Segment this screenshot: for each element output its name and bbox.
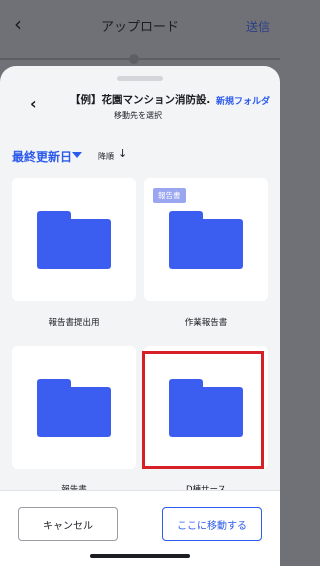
folder-name: 報告書提出用 [48,318,100,328]
send-button[interactable]: 送信 [246,18,270,35]
sheet-header: ‹ 【例】花園マンション消防設… 移動先を選択 新規フォルダ [0,90,280,144]
new-folder-button[interactable]: 新規フォルダ [216,94,270,107]
sheet-subtitle: 移動先を選択 [114,111,162,120]
home-indicator [90,554,190,558]
folder-tile[interactable] [12,178,136,301]
folder-name: 作業報告書 [184,318,228,328]
top-bar: ‹ アップロード 送信 [0,0,280,50]
back-chevron-icon[interactable]: ‹ [30,94,37,113]
sort-direction-icon[interactable]: ↓ [118,147,127,160]
sort-row: 最終更新日 降順 ↓ [0,146,280,168]
page-title: アップロード [100,19,179,35]
folder-icon [169,211,243,269]
sort-order-label[interactable]: 降順 [98,151,114,162]
folder-path-title: 【例】花園マンション消防設… [70,94,210,106]
move-destination-sheet: ‹ 【例】花園マンション消防設… 移動先を選択 新規フォルダ 最終更新日 降順 … [0,66,280,566]
selection-highlight-box [142,351,264,469]
folder-tile[interactable]: 報告書 [144,178,268,301]
sort-field-dropdown[interactable]: 最終更新日 [12,148,72,165]
move-here-button[interactable]: ここに移動する [162,507,262,541]
folder-tag-badge: 報告書 [153,188,186,203]
caret-down-icon[interactable] [72,152,82,158]
folder-tile[interactable] [12,346,136,469]
sheet-grabber[interactable] [117,76,163,81]
cancel-button[interactable]: キャンセル [18,507,118,541]
folder-icon [37,211,111,269]
folder-icon [37,379,111,437]
chevron-left-icon[interactable]: ‹ [14,14,22,34]
progress-dot [129,54,139,64]
